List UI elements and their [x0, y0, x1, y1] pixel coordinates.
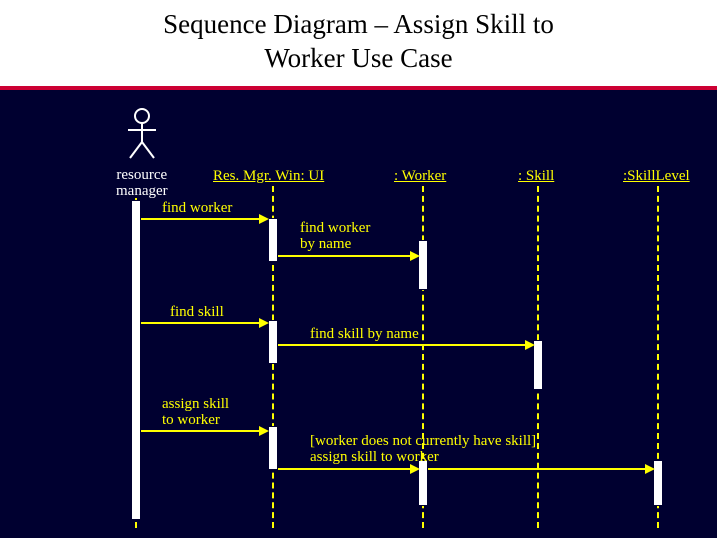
msg-guard-assign-line-2	[428, 468, 647, 470]
actor-resource-manager: resource manager	[116, 108, 168, 200]
msg-find-worker-line	[141, 218, 261, 220]
msg-guard-assign-label: [worker does not currently have skill] a…	[310, 433, 536, 466]
msg-assign-skill-label: assign skill to worker	[162, 396, 229, 429]
activation-ui-1	[268, 218, 278, 262]
msg-find-skill-byname-arrow	[525, 340, 535, 350]
msg-guard-assign-arrow-1	[410, 464, 420, 474]
sequence-diagram: resource manager Res. Mgr. Win: UI : Wor…	[0, 90, 717, 530]
msg-find-skill-arrow	[259, 318, 269, 328]
msg-find-skill-byname-label: find skill by name	[310, 326, 419, 343]
msg-guard-assign-arrow-2	[645, 464, 655, 474]
activation-ui-2	[268, 320, 278, 364]
lifeline-worker-label: : Worker	[394, 168, 446, 185]
msg-find-worker-byname-line	[278, 255, 412, 257]
activation-ui-3	[268, 426, 278, 470]
msg-assign-skill-arrow	[259, 426, 269, 436]
msg-find-worker-arrow	[259, 214, 269, 224]
lifeline-skill-label: : Skill	[518, 168, 554, 185]
slide-header: Sequence Diagram – Assign Skill to Worke…	[0, 0, 717, 90]
title-line-2: Worker Use Case	[264, 43, 452, 73]
msg-find-skill-line	[141, 322, 261, 324]
msg-guard-assign-line-1	[278, 468, 412, 470]
msg-find-worker-byname-label: find worker by name	[300, 220, 370, 253]
msg-find-skill-label: find skill	[170, 304, 224, 321]
msg-find-skill-byname-line	[278, 344, 527, 346]
actor-label: resource manager	[116, 167, 168, 200]
lifeline-ui-label: Res. Mgr. Win: UI	[213, 168, 324, 185]
actor-icon	[122, 108, 162, 160]
activation-actor	[131, 200, 141, 520]
lifeline-skilllevel-label: :SkillLevel	[623, 168, 690, 185]
title-line-1: Sequence Diagram – Assign Skill to	[163, 9, 554, 39]
activation-worker-1	[418, 240, 428, 290]
msg-find-worker-label: find worker	[162, 200, 232, 217]
msg-assign-skill-line	[141, 430, 261, 432]
msg-find-worker-byname-arrow	[410, 251, 420, 261]
slide-title: Sequence Diagram – Assign Skill to Worke…	[0, 8, 717, 76]
